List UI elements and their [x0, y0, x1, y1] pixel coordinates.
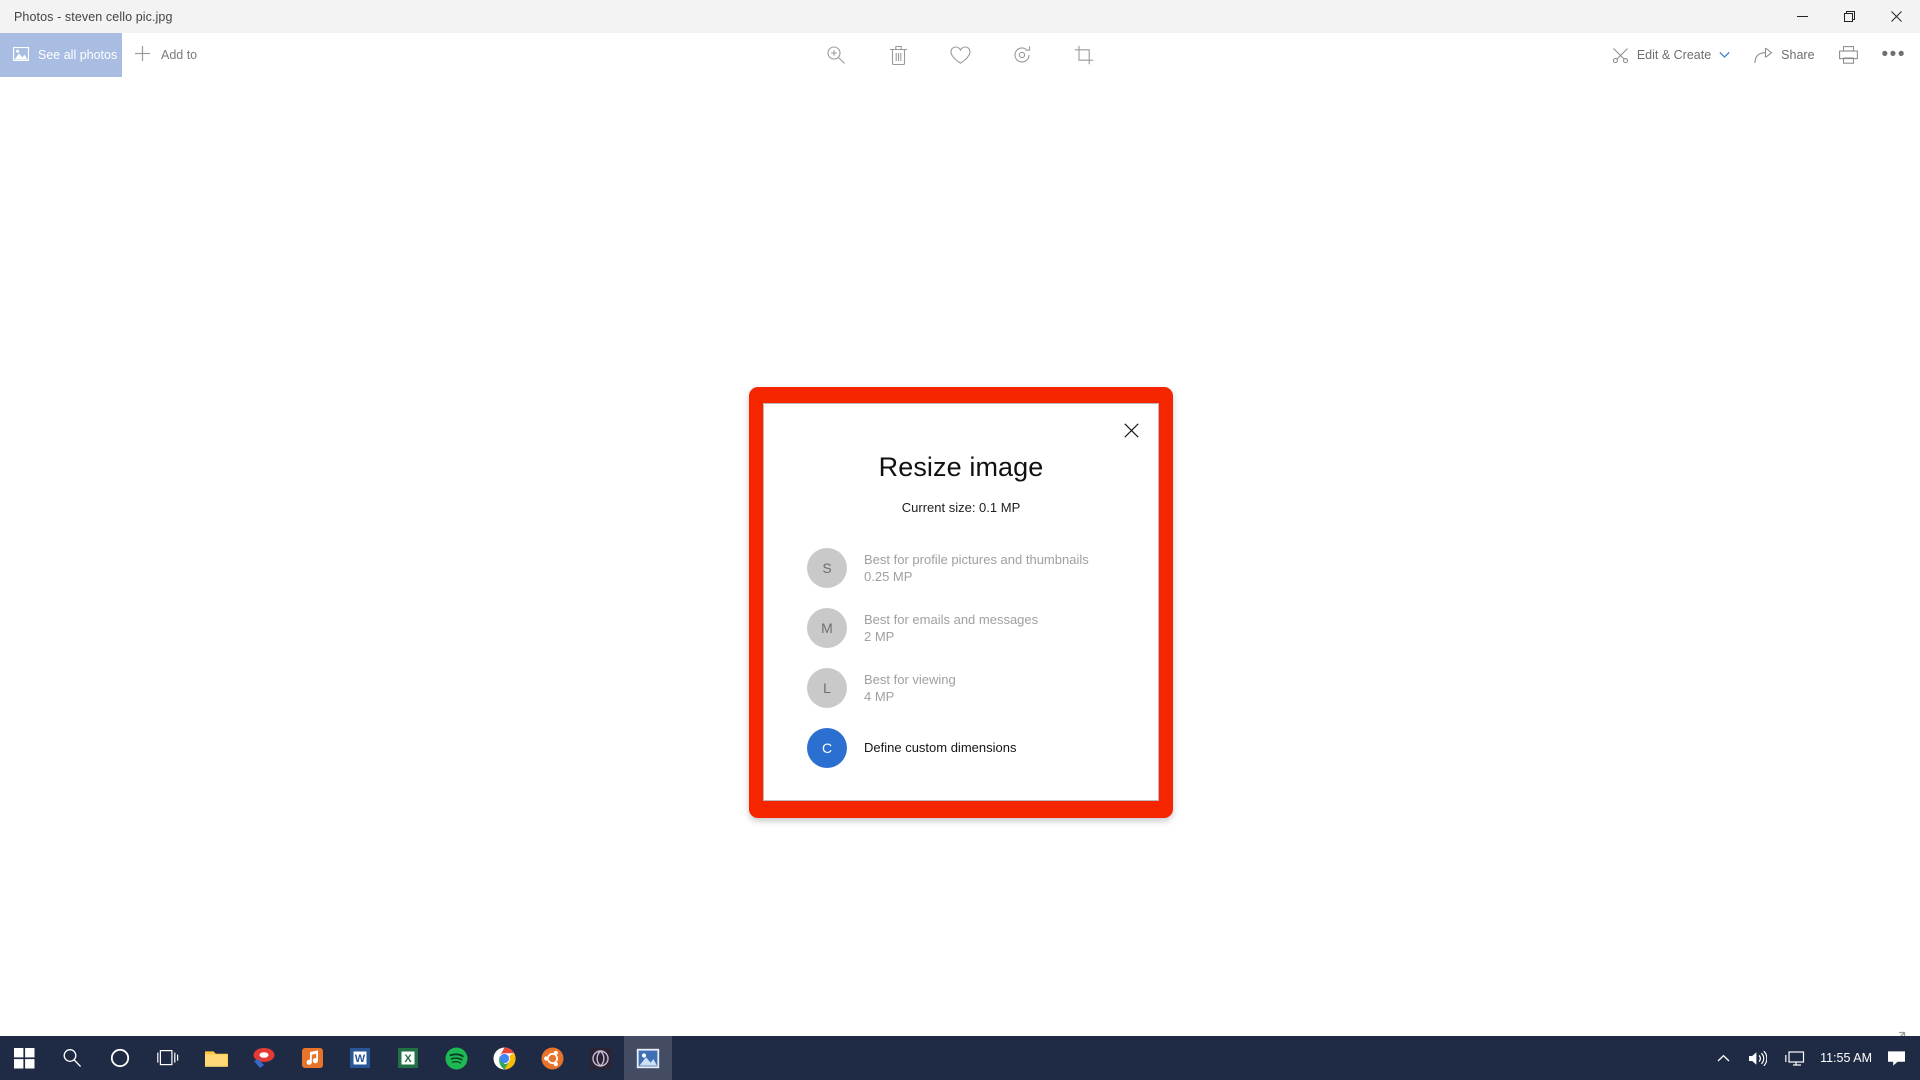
share-label: Share	[1781, 48, 1815, 62]
heart-icon[interactable]	[943, 38, 977, 72]
option-badge-c: C	[807, 728, 847, 768]
share-icon	[1754, 47, 1773, 64]
print-button[interactable]	[1838, 46, 1858, 64]
image-tools	[819, 33, 1101, 77]
option-title-l: Best for viewing	[864, 671, 956, 687]
option-title-s: Best for profile pictures and thumbnails	[864, 551, 1089, 567]
dialog-title: Resize image	[878, 452, 1044, 482]
network-display-icon[interactable]	[1776, 1036, 1814, 1080]
start-button[interactable]	[0, 1036, 48, 1080]
edit-create-icon	[1612, 47, 1629, 64]
add-to-button[interactable]: Add to	[134, 33, 197, 77]
window-titlebar: Photos - steven cello pic.jpg	[0, 0, 1920, 33]
more-options-button[interactable]: •••	[1881, 44, 1906, 65]
search-button[interactable]	[48, 1036, 96, 1080]
plus-icon	[134, 45, 151, 65]
option-title-m: Best for emails and messages	[864, 611, 1039, 627]
svg-text:W: W	[355, 1053, 366, 1065]
taskbar: W X 11:55 AM	[0, 1036, 1920, 1080]
game-app-button[interactable]	[576, 1036, 624, 1080]
dialog-subtitle: Current size: 0.1 MP	[901, 500, 1021, 515]
resize-option-large[interactable]: L Best for viewing 4 MP	[807, 658, 1158, 718]
photos-app-button[interactable]	[624, 1036, 672, 1080]
excel-app-button[interactable]: X	[384, 1036, 432, 1080]
resize-option-medium[interactable]: M Best for emails and messages 2 MP	[807, 598, 1158, 658]
option-badge-s: S	[807, 548, 847, 588]
see-all-photos-label: See all photos	[38, 48, 118, 62]
resize-image-dialog: Resize image Current size: 0.1 MP S Best…	[763, 403, 1159, 801]
window-title: Photos - steven cello pic.jpg	[14, 9, 173, 24]
chrome-app-button[interactable]	[480, 1036, 528, 1080]
option-size-l: 4 MP	[864, 689, 895, 704]
task-view-button[interactable]	[144, 1036, 192, 1080]
crop-icon[interactable]	[1067, 38, 1101, 72]
window-controls	[1779, 0, 1920, 33]
command-bar: See all photos Add to Edit & Create Shar…	[0, 33, 1920, 77]
edit-and-create-label: Edit & Create	[1636, 48, 1712, 62]
highlight-frame: Resize image Current size: 0.1 MP S Best…	[749, 387, 1173, 818]
resize-option-custom[interactable]: C Define custom dimensions	[807, 718, 1158, 778]
system-tray: 11:55 AM	[1708, 1036, 1920, 1080]
clock-time[interactable]: 11:55 AM	[1814, 1036, 1883, 1080]
chevron-up-icon[interactable]	[1708, 1036, 1739, 1080]
rotate-icon[interactable]	[1005, 38, 1039, 72]
more-options-icon: •••	[1881, 44, 1906, 65]
close-button[interactable]	[1873, 0, 1920, 33]
notification-icon[interactable]	[1883, 1036, 1920, 1080]
restore-button[interactable]	[1826, 0, 1873, 33]
dialog-close-button[interactable]	[1116, 415, 1146, 445]
option-size-m: 2 MP	[864, 629, 895, 644]
option-size-s: 0.25 MP	[864, 569, 913, 584]
print-icon	[1838, 46, 1858, 64]
photos-icon	[12, 46, 30, 64]
resize-options-list: S Best for profile pictures and thumbnai…	[764, 538, 1158, 778]
spotify-app-button[interactable]	[432, 1036, 480, 1080]
svg-text:X: X	[404, 1053, 412, 1065]
file-explorer-button[interactable]	[192, 1036, 240, 1080]
chevron-down-icon	[1719, 48, 1730, 62]
right-tools: Edit & Create Share •••	[1612, 33, 1906, 77]
paint-app-button[interactable]	[240, 1036, 288, 1080]
option-badge-m: M	[807, 608, 847, 648]
music-app-button[interactable]	[288, 1036, 336, 1080]
resize-option-small[interactable]: S Best for profile pictures and thumbnai…	[807, 538, 1158, 598]
edit-and-create-button[interactable]: Edit & Create	[1612, 47, 1730, 64]
ubuntu-app-button[interactable]	[528, 1036, 576, 1080]
add-to-label: Add to	[161, 48, 198, 62]
minimize-button[interactable]	[1779, 0, 1826, 33]
option-title-c: Define custom dimensions	[864, 740, 1017, 756]
cortana-button[interactable]	[96, 1036, 144, 1080]
trash-icon[interactable]	[881, 38, 915, 72]
speaker-icon[interactable]	[1739, 1036, 1776, 1080]
photo-canvas: Resize image Current size: 0.1 MP S Best…	[0, 77, 1920, 1080]
option-badge-l: L	[807, 668, 847, 708]
share-button[interactable]: Share	[1754, 47, 1815, 64]
see-all-photos-button[interactable]: See all photos	[0, 33, 122, 77]
word-app-button[interactable]: W	[336, 1036, 384, 1080]
zoom-in-icon[interactable]	[819, 38, 853, 72]
